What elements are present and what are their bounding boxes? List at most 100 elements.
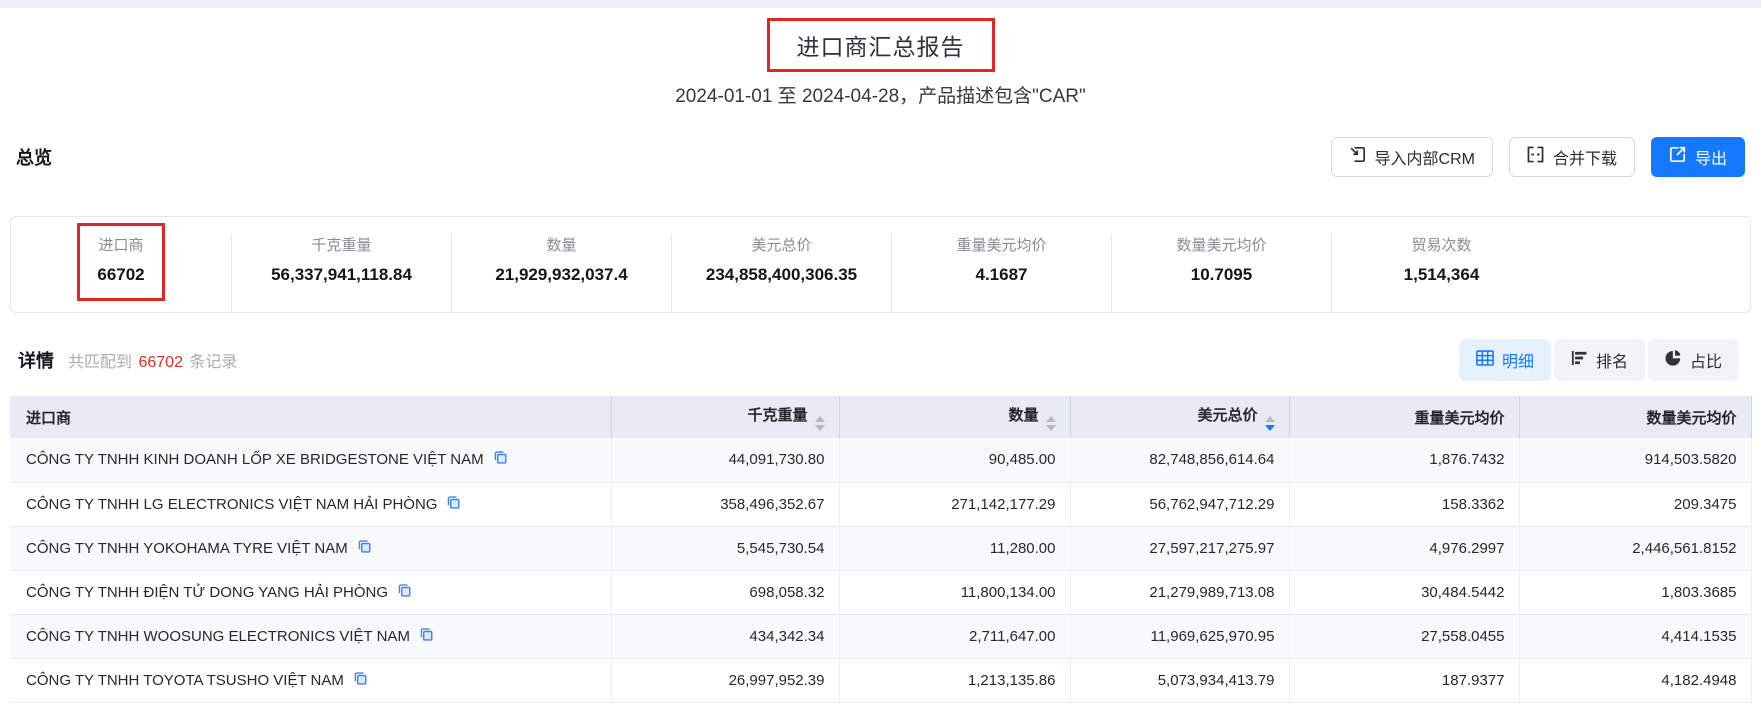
table-row[interactable]: CÔNG TY TNHH TOYOTA TSUSHO VIỆT NAM 26,9… <box>10 658 1751 702</box>
match-prefix: 共匹配到 <box>68 354 132 371</box>
importer-cell: CÔNG TY TNHH TOYOTA TSUSHO VIỆT NAM <box>26 671 597 690</box>
merge-cells-icon <box>1527 146 1544 168</box>
importers-table: 进口商 千克重量 数量 美元总价 重量美元均价 数量美元均价 CÔNG TY T… <box>10 396 1752 703</box>
copy-icon[interactable] <box>357 539 372 558</box>
copy-icon[interactable] <box>493 450 508 469</box>
importer-name: CÔNG TY TNHH TOYOTA TSUSHO VIỆT NAM <box>26 672 344 689</box>
quantity-cell: 90,485.00 <box>839 438 1070 482</box>
tab-share[interactable]: 占比 <box>1648 339 1739 381</box>
details-section-label: 详情 <box>18 347 54 373</box>
kg-weight-cell: 5,545,730.54 <box>611 526 839 570</box>
usd-per-qty-cell: 4,182.4948 <box>1519 658 1751 702</box>
importer-name: CÔNG TY TNHH LG ELECTRONICS VIỆT NAM HẢI… <box>26 496 437 513</box>
table-row[interactable]: CÔNG TY TNHH WOOSUNG ELECTRONICS VIỆT NA… <box>10 614 1751 658</box>
report-date-range: 2024-01-01 至 2024-04-28，产品描述包含"CAR" <box>0 81 1761 108</box>
importer-name: CÔNG TY TNHH ĐIỆN TỬ DONG YANG HẢI PHÒNG <box>26 584 388 601</box>
stat-label: 数量美元均价 <box>1112 234 1331 255</box>
table-row[interactable]: CÔNG TY TNHH ĐIỆN TỬ DONG YANG HẢI PHÒNG… <box>10 570 1751 614</box>
match-summary: 共匹配到 66702 条记录 <box>68 348 237 372</box>
overview-section-label: 总览 <box>16 144 52 170</box>
kg-weight-cell: 26,997,952.39 <box>611 658 839 702</box>
sort-control-quantity[interactable] <box>1046 416 1056 431</box>
usd-per-kg-cell: 158.3362 <box>1289 482 1519 526</box>
col-importer: 进口商 <box>10 396 611 438</box>
usd-total-cell: 27,597,217,275.97 <box>1070 526 1289 570</box>
stat-value: 56,337,941,118.84 <box>232 265 451 285</box>
kg-weight-cell: 44,091,730.80 <box>611 438 839 482</box>
sort-control-usd-total[interactable] <box>1265 416 1275 431</box>
import-icon <box>1349 146 1366 168</box>
quantity-cell: 11,280.00 <box>839 526 1070 570</box>
title-annotation-box: 进口商汇总报告 <box>767 18 995 72</box>
usd-per-qty-cell: 914,503.5820 <box>1519 438 1751 482</box>
quantity-cell: 271,142,177.29 <box>839 482 1070 526</box>
stat-label: 美元总价 <box>672 234 891 255</box>
table-row[interactable]: CÔNG TY TNHH YOKOHAMA TYRE VIỆT NAM 5,54… <box>10 526 1751 570</box>
table-body: CÔNG TY TNHH KINH DOANH LỐP XE BRIDGESTO… <box>10 438 1751 702</box>
pie-chart-icon <box>1665 349 1682 371</box>
copy-icon[interactable] <box>397 583 412 602</box>
report-header: 进口商汇总报告 2024-01-01 至 2024-04-28，产品描述包含"C… <box>0 18 1761 108</box>
usd-per-kg-cell: 4,976.2997 <box>1289 526 1519 570</box>
merge-download-label: 合并下载 <box>1553 145 1617 169</box>
stat-label: 贸易次数 <box>1332 234 1551 255</box>
stat-value: 21,929,932,037.4 <box>452 265 671 285</box>
usd-total-cell: 56,762,947,712.29 <box>1070 482 1289 526</box>
page-title: 进口商汇总报告 <box>797 28 965 62</box>
quantity-cell: 2,711,647.00 <box>839 614 1070 658</box>
table-header: 进口商 千克重量 数量 美元总价 重量美元均价 数量美元均价 <box>10 396 1751 438</box>
kg-weight-cell: 434,342.34 <box>611 614 839 658</box>
col-usd-per-kg-label: 重量美元均价 <box>1414 410 1504 427</box>
table-icon <box>1476 350 1494 371</box>
importer-name: CÔNG TY TNHH KINH DOANH LỐP XE BRIDGESTO… <box>26 451 484 468</box>
copy-icon[interactable] <box>353 671 368 690</box>
tab-share-label: 占比 <box>1690 348 1722 372</box>
ranking-icon <box>1571 350 1588 371</box>
match-count: 66702 <box>136 354 185 371</box>
table-row[interactable]: CÔNG TY TNHH LG ELECTRONICS VIỆT NAM HẢI… <box>10 482 1751 526</box>
tab-ranking-label: 排名 <box>1596 348 1628 372</box>
overview-bar: 总览 导入内部CRM 合并下载 导出 <box>0 136 1761 178</box>
importer-cell: CÔNG TY TNHH LG ELECTRONICS VIỆT NAM HẢI… <box>26 495 597 514</box>
details-bar: 详情 共匹配到 66702 条记录 明细 排名 占比 <box>0 339 1761 381</box>
sort-control-kg-weight[interactable] <box>815 416 825 431</box>
stat-value: 1,514,364 <box>1332 265 1551 285</box>
importer-name: CÔNG TY TNHH YOKOHAMA TYRE VIỆT NAM <box>26 540 348 557</box>
match-suffix: 条记录 <box>189 354 237 371</box>
col-kg-weight-label: 千克重量 <box>747 407 807 424</box>
import-crm-button[interactable]: 导入内部CRM <box>1331 137 1493 177</box>
importer-cell: CÔNG TY TNHH KINH DOANH LỐP XE BRIDGESTO… <box>26 450 597 469</box>
stat-item: 美元总价 234,858,400,306.35 <box>671 234 891 312</box>
merge-download-button[interactable]: 合并下载 <box>1509 137 1635 177</box>
usd-per-kg-cell: 30,484.5442 <box>1289 570 1519 614</box>
usd-per-qty-cell: 209.3475 <box>1519 482 1751 526</box>
stat-value: 234,858,400,306.35 <box>672 265 891 285</box>
importer-summary-report-page: 进口商汇总报告 2024-01-01 至 2024-04-28，产品描述包含"C… <box>0 0 1761 703</box>
usd-total-cell: 5,073,934,413.79 <box>1070 658 1289 702</box>
usd-per-kg-cell: 27,558.0455 <box>1289 614 1519 658</box>
view-tabs: 明细 排名 占比 <box>1459 339 1739 381</box>
copy-icon[interactable] <box>446 495 461 514</box>
import-crm-label: 导入内部CRM <box>1375 145 1475 169</box>
export-button[interactable]: 导出 <box>1651 137 1745 177</box>
importer-cell: CÔNG TY TNHH ĐIỆN TỬ DONG YANG HẢI PHÒNG <box>26 583 597 602</box>
stat-item: 重量美元均价 4.1687 <box>891 234 1111 312</box>
table-row[interactable]: CÔNG TY TNHH KINH DOANH LỐP XE BRIDGESTO… <box>10 438 1751 482</box>
stat-label: 千克重量 <box>232 234 451 255</box>
stat-label: 数量 <box>452 234 671 255</box>
stat-item: 数量 21,929,932,037.4 <box>451 234 671 312</box>
usd-total-cell: 11,969,625,970.95 <box>1070 614 1289 658</box>
col-usd-per-qty-label: 数量美元均价 <box>1646 410 1736 427</box>
usd-per-kg-cell: 187.9377 <box>1289 658 1519 702</box>
export-label: 导出 <box>1695 145 1727 169</box>
copy-icon[interactable] <box>419 627 434 646</box>
export-icon <box>1669 146 1686 168</box>
overview-actions: 导入内部CRM 合并下载 导出 <box>1331 137 1745 177</box>
tab-ranking[interactable]: 排名 <box>1554 339 1645 381</box>
stat-value: 4.1687 <box>892 265 1111 285</box>
quantity-cell: 1,213,135.86 <box>839 658 1070 702</box>
usd-total-cell: 21,279,989,713.08 <box>1070 570 1289 614</box>
kg-weight-cell: 698,058.32 <box>611 570 839 614</box>
tab-detail[interactable]: 明细 <box>1459 339 1551 381</box>
col-kg-weight: 千克重量 <box>611 396 839 438</box>
